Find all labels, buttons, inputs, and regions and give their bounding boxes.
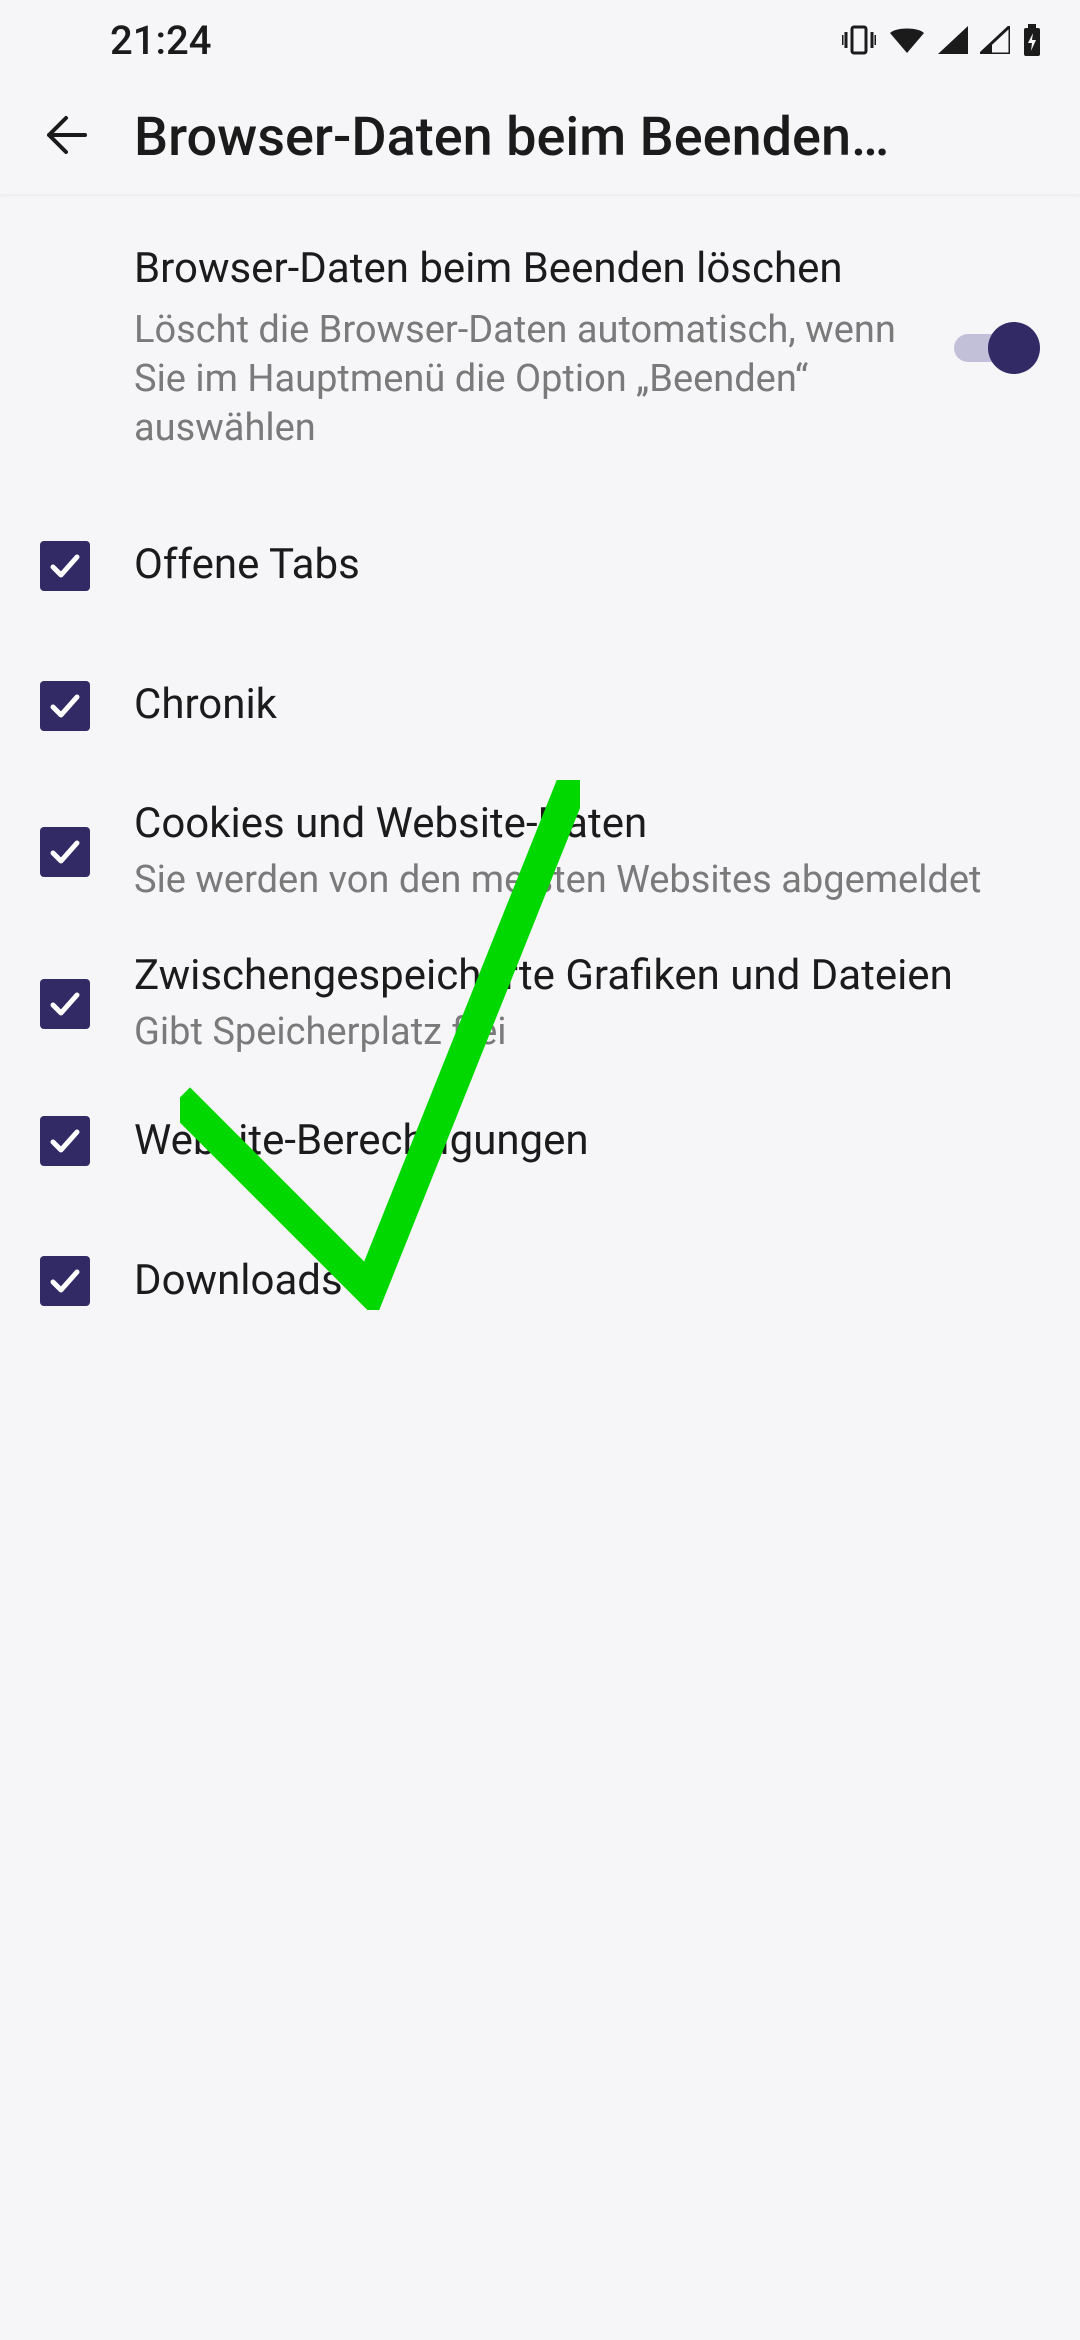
check-icon [47,986,83,1022]
master-toggle-sublabel: Löscht die Browser-Daten automatisch, we… [134,306,934,454]
status-bar: 21:24 [0,0,1080,80]
app-bar: Browser-Daten beim Beenden… [0,80,1080,195]
option-label: Zwischengespeicherte Grafiken und Dateie… [134,950,1020,1003]
checkbox[interactable] [40,979,90,1029]
arrow-left-icon [43,112,89,162]
checkbox[interactable] [40,681,90,731]
check-icon [47,548,83,584]
option-open-tabs[interactable]: Offene Tabs [0,514,1080,618]
signal-partial-icon [980,26,1010,54]
checkbox[interactable] [40,541,90,591]
checkbox[interactable] [40,1256,90,1306]
option-cached-images[interactable]: Zwischengespeicherte Grafiken und Dateie… [0,930,1080,1078]
check-icon [47,1263,83,1299]
option-cookies[interactable]: Cookies und Website-Daten Sie werden von… [0,778,1080,926]
status-time: 21:24 [110,17,211,64]
option-sublabel: Sie werden von den meisten Websites abge… [134,856,1020,905]
master-toggle-row[interactable]: Browser-Daten beim Beenden löschen Lösch… [0,223,1080,482]
option-history[interactable]: Chronik [0,654,1080,758]
status-icons [842,24,1042,56]
settings-list: Browser-Daten beim Beenden löschen Lösch… [0,195,1080,1333]
page-title: Browser-Daten beim Beenden… [134,106,1080,169]
option-label: Cookies und Website-Daten [134,798,1020,851]
option-sublabel: Gibt Speicherplatz frei [134,1008,1020,1057]
master-toggle-switch[interactable] [954,326,1040,370]
option-label: Website-Berechtigungen [134,1115,1020,1168]
master-toggle-label: Browser-Daten beim Beenden löschen [134,243,934,296]
vibrate-icon [842,25,876,55]
battery-charging-icon [1022,24,1042,56]
checkbox[interactable] [40,1116,90,1166]
wifi-icon [888,25,926,55]
option-label: Downloads [134,1255,1020,1308]
back-button[interactable] [26,97,106,177]
option-downloads[interactable]: Downloads [0,1229,1080,1333]
check-icon [47,834,83,870]
checkbox[interactable] [40,827,90,877]
option-site-permissions[interactable]: Website-Berechtigungen [0,1089,1080,1193]
check-icon [47,1123,83,1159]
option-label: Offene Tabs [134,539,1020,592]
signal-full-icon [938,26,968,54]
option-label: Chronik [134,679,1020,732]
check-icon [47,688,83,724]
